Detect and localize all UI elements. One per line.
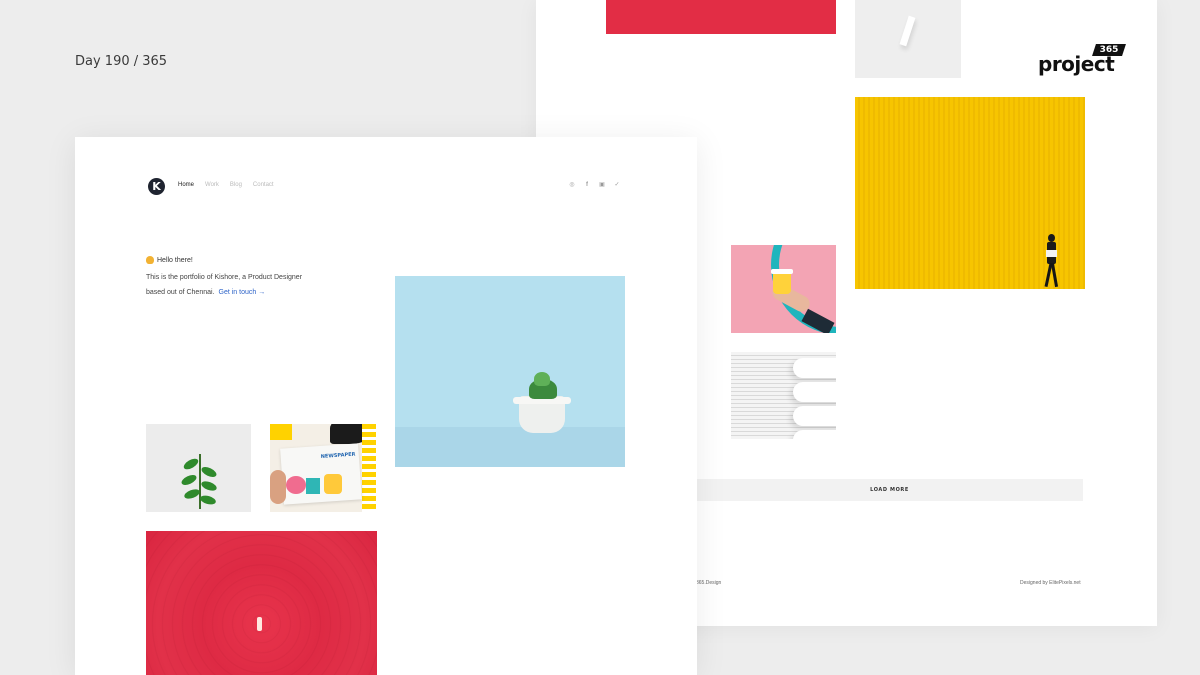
white-object-image[interactable] [855,0,961,78]
swimmer [257,617,262,631]
main-nav: Home Work Blog Contact [178,182,285,188]
facebook-icon[interactable]: f [584,182,590,189]
brand-tag-label: 365 [1099,45,1119,55]
twitter-icon[interactable]: ✓ [614,182,620,189]
footer-credit[interactable]: Designed by ElitePixels.net [1020,580,1081,586]
brand-tag: 365 [1092,44,1126,56]
nav-contact[interactable]: Contact [253,182,274,188]
coffee-cup-image[interactable] [731,245,836,333]
intro-line-2-text: based out of Chennai. [146,289,215,296]
get-in-touch-link[interactable]: Get in touch → [219,289,266,296]
newspaper-image[interactable]: NEWSPAPER [270,424,376,512]
red-image-crop[interactable] [606,0,836,34]
walking-person [1044,234,1059,289]
portfolio-page: K Home Work Blog Contact ◎ f ▣ ✓ Hello t… [75,137,697,675]
waving-hand-icon [146,256,154,264]
plant-image[interactable] [146,424,251,512]
load-more-button[interactable]: LOAD MORE [696,479,1083,501]
nav-work[interactable]: Work [205,182,219,188]
white-tile [899,15,916,47]
day-counter: Day 190 / 365 [75,54,168,69]
project-365-logo: project 365 [1038,44,1128,78]
footer-copyright: 365.Design [696,580,722,586]
greeting: Hello there! [146,256,193,264]
nav-home[interactable]: Home [178,182,194,188]
intro-line-1: This is the portfolio of Kishore, a Prod… [146,274,303,281]
newspaper-headline: NEWSPAPER [320,451,356,460]
instagram-icon[interactable]: ▣ [599,182,605,189]
nav-blog[interactable]: Blog [230,182,242,188]
site-logo[interactable]: K [148,178,165,195]
newspaper: NEWSPAPER [280,443,362,505]
succulent-image[interactable] [395,276,625,467]
red-water-image[interactable] [146,531,377,675]
social-links: ◎ f ▣ ✓ [569,182,620,189]
presentation-stage: Day 190 / 365 LOAD MORE 365.Design Desig… [0,0,1200,675]
yellow-wall-image[interactable] [855,97,1085,289]
greeting-text: Hello there! [157,256,193,264]
intro-line-2: based out of Chennai. Get in touch → [146,289,265,296]
architecture-image[interactable] [731,352,836,439]
dribbble-icon[interactable]: ◎ [569,182,575,189]
